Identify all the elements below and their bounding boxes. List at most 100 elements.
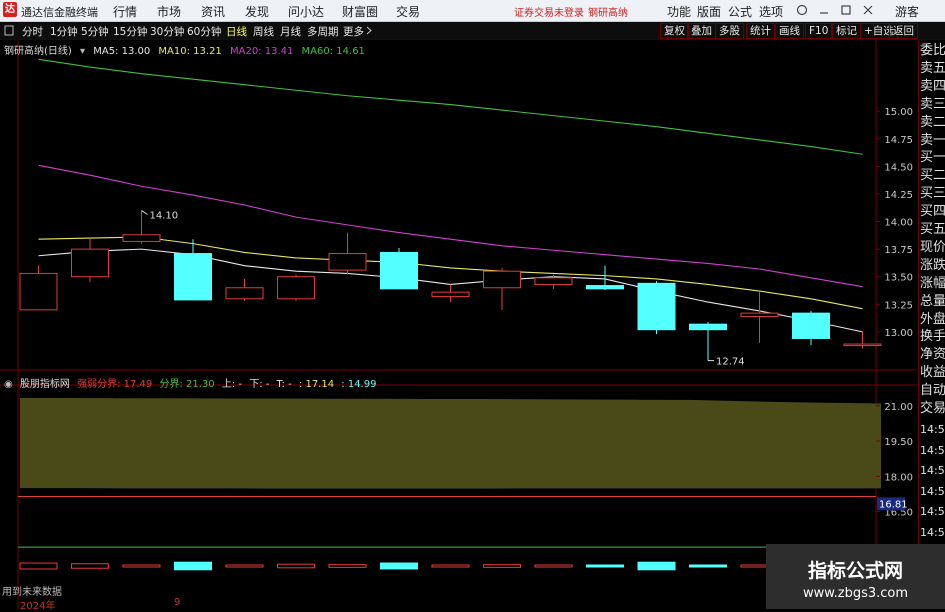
candle-body bbox=[637, 282, 676, 331]
mini-candle bbox=[328, 564, 367, 568]
price-tick-label: 14.50 bbox=[884, 162, 913, 173]
indicator-name[interactable]: 股朋指标网 bbox=[20, 379, 70, 390]
quote-field: 卖一 bbox=[920, 132, 945, 148]
quote-field: 14:56 bbox=[920, 423, 945, 436]
menu-quotes[interactable]: 行情 bbox=[113, 3, 137, 20]
title-bar: 达 通达信金融终端 行情 市场 资讯 发现 问小达 财富圈 交易 证券交易未登录… bbox=[0, 0, 945, 22]
menu-market[interactable]: 市场 bbox=[157, 3, 181, 20]
quote-field[interactable]: 交易 bbox=[920, 400, 945, 417]
dropdown-icon[interactable]: ▾ bbox=[80, 46, 85, 57]
candle-body bbox=[843, 343, 882, 347]
close-icon[interactable] bbox=[862, 4, 874, 16]
candle-body bbox=[431, 291, 470, 298]
period-daily[interactable]: 日线 bbox=[226, 24, 247, 39]
indicator-band bbox=[20, 398, 881, 489]
quote-field: 卖五 bbox=[920, 60, 945, 76]
period-15min[interactable]: 15分钟 bbox=[113, 24, 147, 39]
period-1min[interactable]: 1分钟 bbox=[50, 24, 78, 39]
indicator-a: 强弱分界: 17.49 bbox=[77, 379, 153, 390]
tool-mark[interactable]: 标记 bbox=[832, 23, 861, 39]
price-tick-label: 13.75 bbox=[884, 245, 913, 256]
mini-candle bbox=[19, 562, 58, 570]
price-tick-label: 13.50 bbox=[884, 273, 913, 284]
high-label: 14.10 bbox=[150, 211, 179, 222]
sidebar-toggle-icon[interactable] bbox=[4, 25, 14, 36]
ma5-label: MA5: 13.00 bbox=[93, 46, 151, 57]
price-tick-label: 14.75 bbox=[884, 135, 913, 146]
period-more[interactable]: 更多 bbox=[343, 24, 364, 39]
ind-tick-label: 21.00 bbox=[884, 402, 913, 413]
ma60-label: MA60: 14.61 bbox=[301, 46, 365, 57]
quote-field: 买三 bbox=[920, 186, 945, 202]
tool-f10[interactable]: F10 bbox=[805, 23, 833, 39]
current-stock: 钢研高纳 bbox=[588, 8, 628, 19]
menu-wealth[interactable]: 财富圈 bbox=[342, 3, 378, 20]
tool-overlay[interactable]: 叠加 bbox=[687, 23, 716, 39]
period-5min[interactable]: 5分钟 bbox=[81, 24, 109, 39]
menu-ask[interactable]: 问小达 bbox=[288, 3, 324, 20]
quote-panel: 委比 卖五 卖四 卖三 卖二 卖一 买一 买二 买三 买四 买五 现价 涨跌 涨幅 总量 外盘 换手 净资 收益 自动… bbox=[918, 40, 945, 609]
minimize-icon[interactable] bbox=[818, 4, 830, 16]
guest-label[interactable]: 游客 bbox=[895, 3, 919, 20]
mini-candle bbox=[431, 564, 470, 568]
period-multi[interactable]: 多周期 bbox=[307, 24, 339, 39]
quote-field: 14:56 bbox=[920, 484, 945, 498]
indicator-g: : 14.99 bbox=[341, 379, 377, 390]
mini-candle bbox=[637, 561, 676, 571]
quote-field[interactable]: 自动 bbox=[920, 382, 945, 399]
mini-candle bbox=[122, 564, 161, 568]
candle-body bbox=[328, 253, 367, 271]
quote-field: 卖二 bbox=[920, 114, 945, 130]
quote-field: 净资 bbox=[920, 347, 945, 363]
tool-adjust[interactable]: 复权 bbox=[660, 23, 689, 39]
menu-news[interactable]: 资讯 bbox=[201, 3, 225, 20]
watermark: 指标公式网 www.zbgs3.com bbox=[766, 544, 945, 609]
price-tick-label: 14.00 bbox=[884, 218, 913, 229]
tool-stats[interactable]: 统计 bbox=[746, 23, 775, 39]
ma20-line bbox=[38, 164, 863, 288]
headset-icon[interactable] bbox=[796, 4, 808, 16]
period-weekly[interactable]: 周线 bbox=[253, 24, 274, 39]
tool-multistock[interactable]: 多股 bbox=[715, 23, 744, 39]
period-monthly[interactable]: 月线 bbox=[280, 24, 301, 39]
period-60min[interactable]: 60分钟 bbox=[187, 24, 221, 39]
mini-candle bbox=[380, 562, 418, 570]
menu-trade[interactable]: 交易 bbox=[396, 3, 420, 20]
candle-body bbox=[122, 234, 161, 242]
quote-field: 现价 bbox=[920, 239, 945, 255]
tool-back[interactable]: 返回 bbox=[889, 23, 918, 39]
maximize-icon[interactable] bbox=[840, 4, 852, 16]
period-30min[interactable]: 30分钟 bbox=[150, 24, 184, 39]
menu-discover[interactable]: 发现 bbox=[245, 3, 269, 20]
menu-function[interactable]: 功能 bbox=[667, 3, 691, 20]
high-marker bbox=[141, 210, 148, 215]
current-value-label: 16.81 bbox=[879, 499, 908, 510]
kline-chart[interactable]: 15.00 14.75 14.50 14.25 14.00 13.75 13.50 13.25… bbox=[0, 40, 918, 609]
quote-field: 换手 bbox=[920, 329, 945, 345]
year-label: 2024年 bbox=[20, 601, 56, 612]
period-timeshare[interactable]: 分时 bbox=[22, 24, 43, 39]
price-tick-label: 13.25 bbox=[884, 300, 913, 311]
mini-candle bbox=[174, 561, 212, 571]
ma60-line bbox=[38, 58, 863, 155]
mini-candle bbox=[534, 564, 573, 568]
quote-field: 买四 bbox=[920, 204, 945, 220]
low-label: 12.74 bbox=[716, 357, 745, 368]
settings-icon[interactable]: ◉ bbox=[4, 379, 13, 390]
quote-field: 买二 bbox=[920, 168, 945, 184]
menu-formula[interactable]: 公式 bbox=[728, 3, 752, 20]
quote-field: 卖三 bbox=[920, 96, 945, 112]
mini-candle bbox=[586, 564, 624, 568]
ind-tick-label: 19.50 bbox=[884, 437, 913, 448]
candle-body bbox=[380, 251, 418, 290]
login-warning[interactable]: 证券交易未登录 bbox=[514, 4, 584, 19]
tool-draw[interactable]: 画线 bbox=[775, 23, 804, 39]
quote-field: 总量 bbox=[920, 293, 945, 309]
month-label: 9 bbox=[174, 597, 181, 608]
quote-field: 14:56 bbox=[920, 505, 945, 519]
candle-body bbox=[689, 323, 727, 331]
quote-field: 涨幅 bbox=[920, 275, 945, 291]
chevron-right-icon[interactable] bbox=[366, 26, 373, 35]
menu-options[interactable]: 选项 bbox=[759, 3, 783, 20]
menu-layout[interactable]: 版面 bbox=[697, 3, 721, 20]
